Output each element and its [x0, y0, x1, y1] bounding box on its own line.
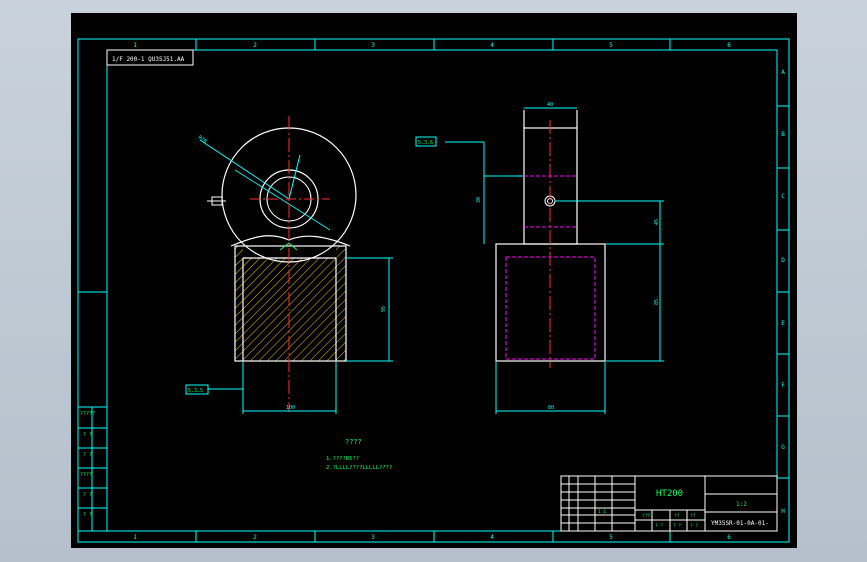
title-block-cell-7: 1:1 — [598, 509, 606, 515]
material-label: HT200 — [656, 489, 683, 499]
zone-col-bottom-1: 1 — [133, 534, 137, 541]
side-table-cell-5: ? ? — [83, 492, 92, 498]
zone-row-e: E — [781, 320, 785, 327]
dim-side-bottom-width: 80 — [548, 405, 554, 411]
front-hatch — [235, 246, 346, 361]
zone-col-top-2: 2 — [253, 42, 257, 49]
zone-row-b: B — [781, 131, 785, 138]
zone-col-top-3: 3 — [371, 42, 375, 49]
title-block-cell-1: ???? — [642, 513, 653, 519]
note-line-2: 2.?LLLL????LLLLL???? — [326, 465, 392, 471]
dim-side-hole-height: 45 — [654, 219, 660, 225]
side-table-cell-6: ? ? — [83, 512, 92, 518]
side-table-cell-3: ? ? — [83, 452, 92, 458]
zone-col-top-6: 6 — [727, 42, 731, 49]
scale-label: 1:2 — [736, 501, 747, 508]
title-block-cell-5: ? ? — [673, 523, 681, 529]
zone-col-bottom-2: 2 — [253, 534, 257, 541]
drawing-canvas — [71, 13, 797, 548]
zone-col-bottom-6: 6 — [727, 534, 731, 541]
title-block-cell-2: ?? — [674, 513, 680, 519]
title-note: 1/F 200-1 QU35J51.AA — [112, 56, 185, 63]
cad-viewport[interactable]: 1 2 3 4 5 6 1 2 3 4 5 6 A B C D E F G H … — [0, 0, 867, 562]
zone-row-f: F — [781, 382, 785, 389]
tag-left: 5.3.5 — [188, 388, 203, 394]
zone-row-h: H — [781, 508, 785, 515]
title-block-cell-6: ? ? — [690, 523, 698, 529]
dim-side-upper-height: 30 — [476, 197, 482, 203]
dim-side-top-width: 40 — [547, 102, 553, 108]
zone-row-g: G — [781, 444, 785, 451]
side-table-cell-1: ????? — [80, 411, 95, 417]
note-line-1: 1.????R5?? — [326, 456, 359, 462]
dim-front-bottom-width: 100 — [286, 405, 295, 411]
title-block-cell-4: ? ? — [655, 523, 663, 529]
zone-row-a: A — [781, 69, 785, 76]
dim-side-lower-height: 85 — [654, 299, 660, 305]
part-number: YM35SR-01-0A-01- — [711, 520, 769, 527]
zone-col-top-4: 4 — [490, 42, 494, 49]
zone-row-d: D — [781, 257, 785, 264]
zone-col-bottom-3: 3 — [371, 534, 375, 541]
zone-col-top-1: 1 — [133, 42, 137, 49]
zone-col-bottom-4: 4 — [490, 534, 494, 541]
dim-front-body-height: 95 — [381, 306, 387, 312]
zone-row-c: C — [781, 193, 785, 200]
tag-right: 5.3.6 — [418, 140, 433, 146]
side-table-cell-2: ? ? — [83, 432, 92, 438]
notes-heading: ???? — [345, 438, 362, 446]
zone-col-bottom-5: 5 — [609, 534, 613, 541]
side-table-cell-4: ???? — [80, 472, 92, 478]
title-block-cell-3: ?? — [690, 513, 696, 519]
zone-col-top-5: 5 — [609, 42, 613, 49]
